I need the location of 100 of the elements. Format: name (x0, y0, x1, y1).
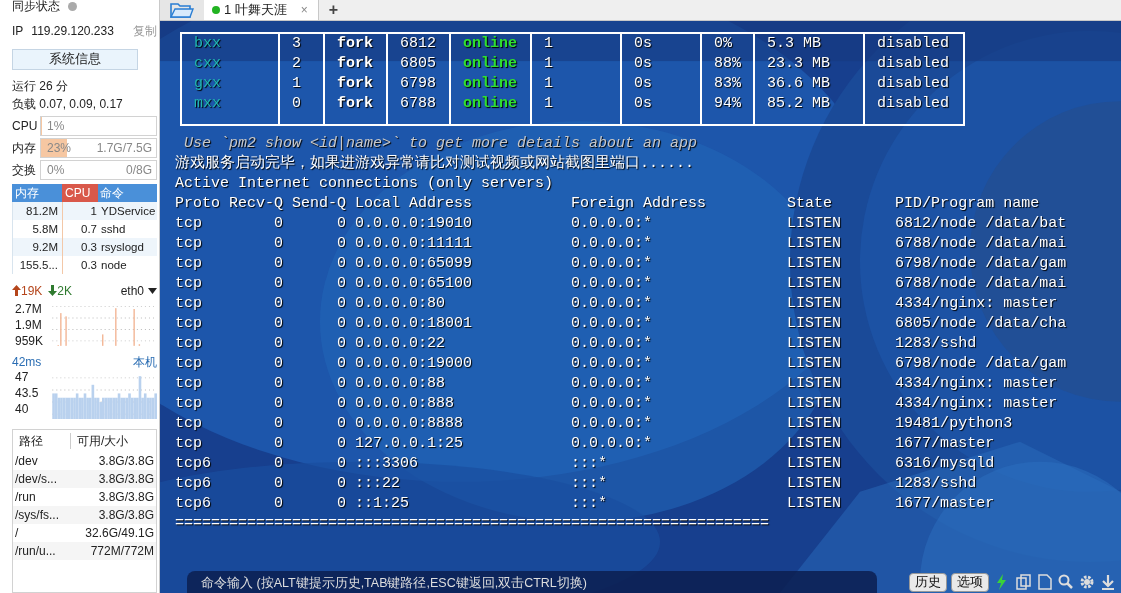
table-cell: 6805 (387, 54, 450, 74)
table-cell-text: /run/u... (14, 542, 57, 560)
table-cell: 5.8M (13, 219, 63, 238)
table-cell: 3.8G/3.8G (98, 453, 154, 468)
axis-label: 47 (15, 370, 29, 384)
terminal-line: tcp 0 0 0.0.0.0:19010 0.0.0.0:* LISTEN 6812/node /data/bat (175, 214, 1068, 234)
terminal-line: tcp 0 0 0.0.0.0:888 0.0.0.0:* LISTEN 4334/nginx: master (175, 394, 1059, 414)
table-cell-text: YDService (100, 203, 157, 219)
terminal-line: Active Internet connections (only servers) (175, 174, 555, 194)
table-cell: 1 (531, 74, 621, 94)
uptime-text: 运行 26 分 (12, 77, 69, 95)
settings-icon[interactable] (1079, 574, 1094, 590)
terminal-tab[interactable]: 1 叶舞天涯 × (204, 0, 319, 20)
table-cell-text: sshd (100, 221, 127, 237)
upload-arrow-icon (12, 285, 21, 297)
folder-button[interactable] (160, 0, 204, 20)
axis-label: 43.5 (15, 386, 39, 400)
terminal-line: tcp6 0 0 :::22 :::* LISTEN 1283/sshd (175, 474, 978, 494)
search-icon[interactable] (1058, 574, 1073, 590)
table-cell: 1 (531, 94, 621, 125)
table-cell: 3.8G/3.8G (98, 507, 154, 522)
ip-label: IP (12, 23, 24, 40)
table-cell: gxx (181, 74, 279, 94)
table-cell: 23.3 MB (754, 54, 864, 74)
table-cell: online (450, 33, 531, 54)
interface-dropdown[interactable]: eth0 (120, 281, 157, 300)
table-cell: 6798 (387, 74, 450, 94)
table-cell: 3.8G/3.8G (98, 471, 154, 486)
download-icon[interactable] (1100, 574, 1115, 590)
folder-icon (170, 2, 194, 18)
terminal-line: tcp 0 0 0.0.0.0:80 0.0.0.0:* LISTEN 4334/nginx: master (175, 294, 1059, 314)
file-icon[interactable] (1037, 574, 1052, 590)
table-cell: online (450, 94, 531, 125)
meter-value: 0% (46, 161, 65, 179)
axis-label: 959K (15, 334, 44, 348)
table-cell: 3.8G/3.8G (98, 489, 154, 504)
table-cell: fork (324, 94, 387, 125)
upload-rate: 19K (21, 282, 43, 300)
table-cell: 36.6 MB (754, 74, 864, 94)
table-cell: online (450, 54, 531, 74)
table-cell: fork (324, 54, 387, 74)
axis-label: 40 (15, 402, 29, 416)
table-cell: 0s (621, 33, 701, 54)
close-button[interactable]: × (300, 1, 308, 19)
column-header[interactable]: CPU (62, 183, 98, 202)
table-cell: 85.2 MB (754, 94, 864, 125)
column-header[interactable]: 可用/大小 (71, 432, 129, 449)
table-cell: 1 (531, 33, 621, 54)
column-header[interactable]: 路径 (13, 432, 71, 449)
hint-text: Use `pm2 show <id|name>` to get more details about an app (183, 134, 699, 154)
table-cell: 0s (621, 94, 701, 125)
table-cell: 32.6G/49.1G (85, 525, 154, 540)
table-cell-text: rsyslogd (100, 239, 145, 255)
terminal-line: tcp 0 0 0.0.0.0:88 0.0.0.0:* LISTEN 4334/nginx: master (175, 374, 1059, 394)
table-cell: 9.2M (13, 237, 63, 256)
table-cell: disabled (864, 33, 964, 54)
meter-label: 交换 (12, 161, 37, 179)
meter-label: 内存 (12, 139, 37, 157)
table-cell: 6812 (387, 33, 450, 54)
table-cell-text: 0.3 (80, 257, 98, 273)
terminal-line: tcp 0 0 127.0.0.1:25 0.0.0.0:* LISTEN 1677/master (175, 434, 996, 454)
table-cell: disabled (864, 94, 964, 125)
axis-label: 1.9M (15, 318, 42, 332)
status-label: 同步状态 (12, 0, 60, 13)
meter-detail: 1.7G/7.5G (95, 139, 152, 157)
table-cell-text: 0.7 (80, 221, 98, 237)
table-cell: 0% (701, 33, 754, 54)
copy-icon[interactable] (1016, 574, 1031, 590)
meter-label: CPU (12, 117, 39, 135)
table-cell: 1 (531, 54, 621, 74)
table-cell-text: /run (14, 488, 37, 506)
ping-target: 本机 (133, 353, 157, 371)
table-cell: 1 (279, 74, 324, 94)
table-cell: 6788 (387, 94, 450, 125)
meter-detail: 0/8G (125, 161, 152, 179)
download-arrow-icon (48, 285, 58, 297)
table-cell-text: node (100, 257, 128, 273)
table-cell: 94% (701, 94, 754, 125)
table-cell: fork (324, 33, 387, 54)
table-cell-text: /sys/fs... (14, 506, 60, 524)
table-cell: 3 (279, 33, 324, 54)
system-info-button[interactable]: 系统信息 (12, 49, 138, 70)
table-cell: 83% (701, 74, 754, 94)
terminal-line: tcp6 0 0 ::1:25 :::* LISTEN 1677/master (175, 494, 996, 514)
new-tab-button[interactable]: + (318, 0, 349, 20)
latency-text: 42ms (12, 353, 42, 371)
table-cell: 0 (279, 94, 324, 125)
caret-icon (148, 287, 157, 294)
command-input[interactable]: 命令输入 (按ALT键提示历史,TAB键路径,ESC键返回,双击CTRL切换) (187, 571, 877, 593)
table-cell: disabled (864, 74, 964, 94)
ip-address: 119.29.120.233 (31, 23, 114, 40)
terminal-line: tcp6 0 0 :::3306 :::* LISTEN 6316/mysqld (175, 454, 996, 474)
terminal-line: tcp 0 0 0.0.0.0:65099 0.0.0.0:* LISTEN 6798/node /data/gam (175, 254, 1068, 274)
terminal-line: tcp 0 0 0.0.0.0:65100 0.0.0.0:* LISTEN 6788/node /data/mai (175, 274, 1068, 294)
table-cell-text: 1 (89, 203, 98, 219)
terminal-line: tcp 0 0 0.0.0.0:19000 0.0.0.0:* LISTEN 6798/node /data/gam (175, 354, 1068, 374)
axis-label: 2.7M (15, 302, 42, 316)
table-cell: 2 (279, 54, 324, 74)
table-cell: 5.3 MB (754, 33, 864, 54)
table-cell: 0s (621, 54, 701, 74)
